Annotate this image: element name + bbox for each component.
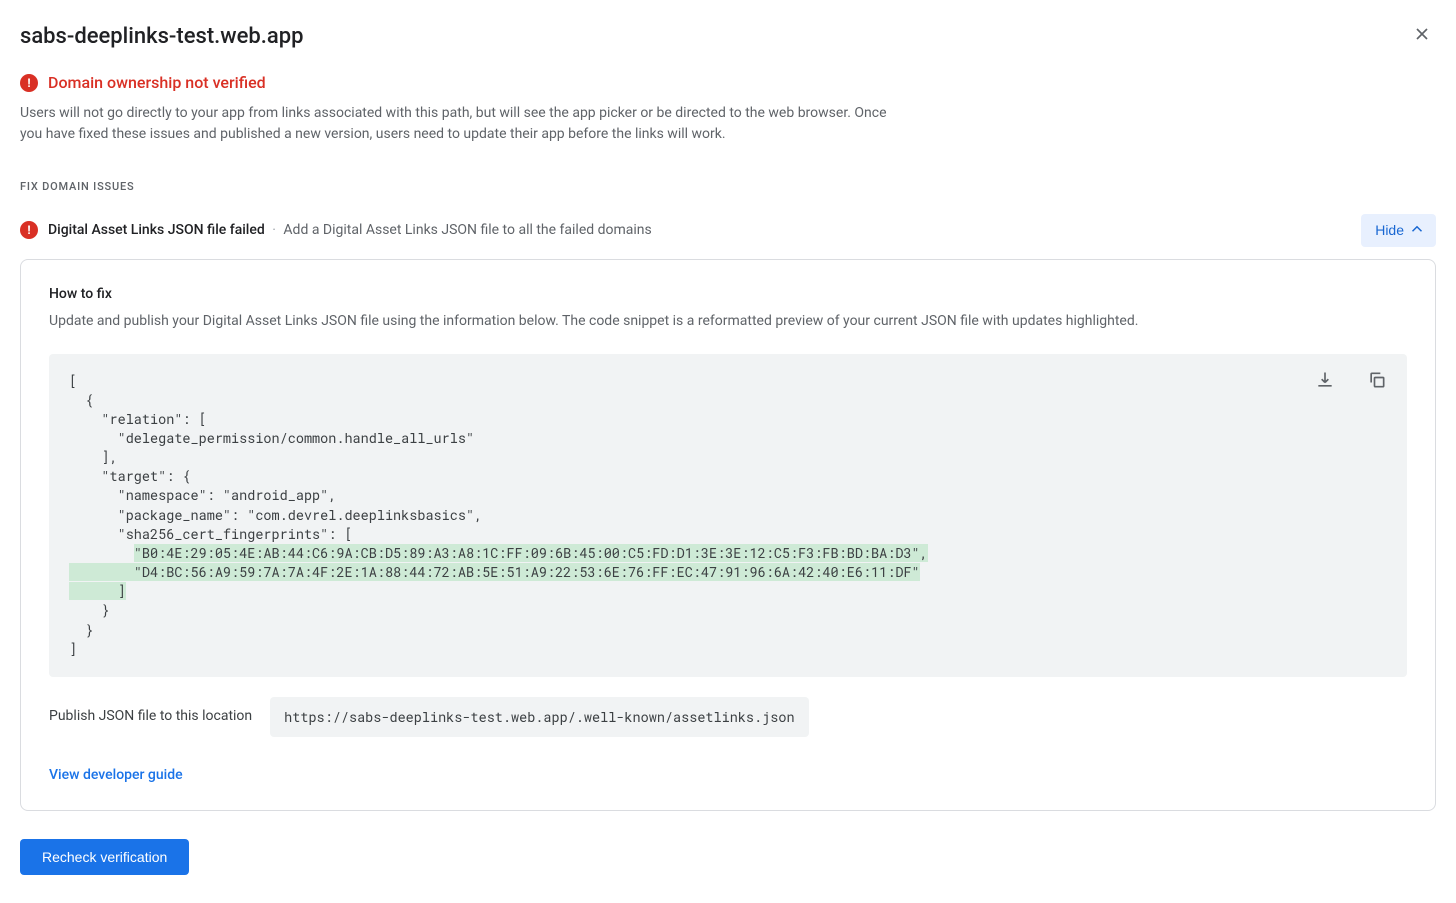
hide-button[interactable]: Hide (1361, 214, 1436, 247)
fix-card: How to fix Update and publish your Digit… (20, 259, 1436, 812)
section-label: FIX DOMAIN ISSUES (20, 179, 1436, 196)
close-button[interactable] (1408, 20, 1436, 51)
code-snippet: [ { "relation": [ "delegate_permission/c… (69, 372, 1387, 659)
close-icon (1412, 32, 1432, 47)
separator: · (272, 222, 276, 238)
recheck-verification-button[interactable]: Recheck verification (20, 839, 189, 875)
developer-guide-link[interactable]: View developer guide (49, 767, 183, 783)
issue-subtitle: Add a Digital Asset Links JSON file to a… (283, 222, 651, 238)
publish-label: Publish JSON file to this location (49, 706, 252, 727)
howto-description: Update and publish your Digital Asset Li… (49, 311, 1407, 332)
highlighted-fingerprint-1: "B0:4E:29:05:4E:AB:44:C6:9A:CB:D5:89:A3:… (134, 544, 928, 562)
copy-icon (1367, 378, 1387, 393)
status-description: Users will not go directly to your app f… (20, 103, 890, 145)
chevron-up-icon (1408, 220, 1426, 241)
issue-title: Digital Asset Links JSON file failed (48, 222, 265, 238)
howto-title: How to fix (49, 284, 1407, 305)
domain-title: sabs-deeplinks-test.web.app (20, 20, 303, 53)
code-block: [ { "relation": [ "delegate_permission/c… (49, 354, 1407, 677)
download-button[interactable] (1313, 368, 1337, 395)
status-title: Domain ownership not verified (48, 71, 266, 95)
copy-button[interactable] (1365, 368, 1389, 395)
error-icon (20, 221, 38, 239)
highlighted-fingerprint-2: "D4:BC:56:A9:59:7A:7A:4F:2E:1A:88:44:72:… (134, 563, 920, 581)
hide-label: Hide (1375, 222, 1404, 238)
download-icon (1315, 378, 1335, 393)
publish-url: https://sabs-deeplinks-test.web.app/.wel… (270, 697, 808, 737)
error-icon (20, 74, 38, 92)
